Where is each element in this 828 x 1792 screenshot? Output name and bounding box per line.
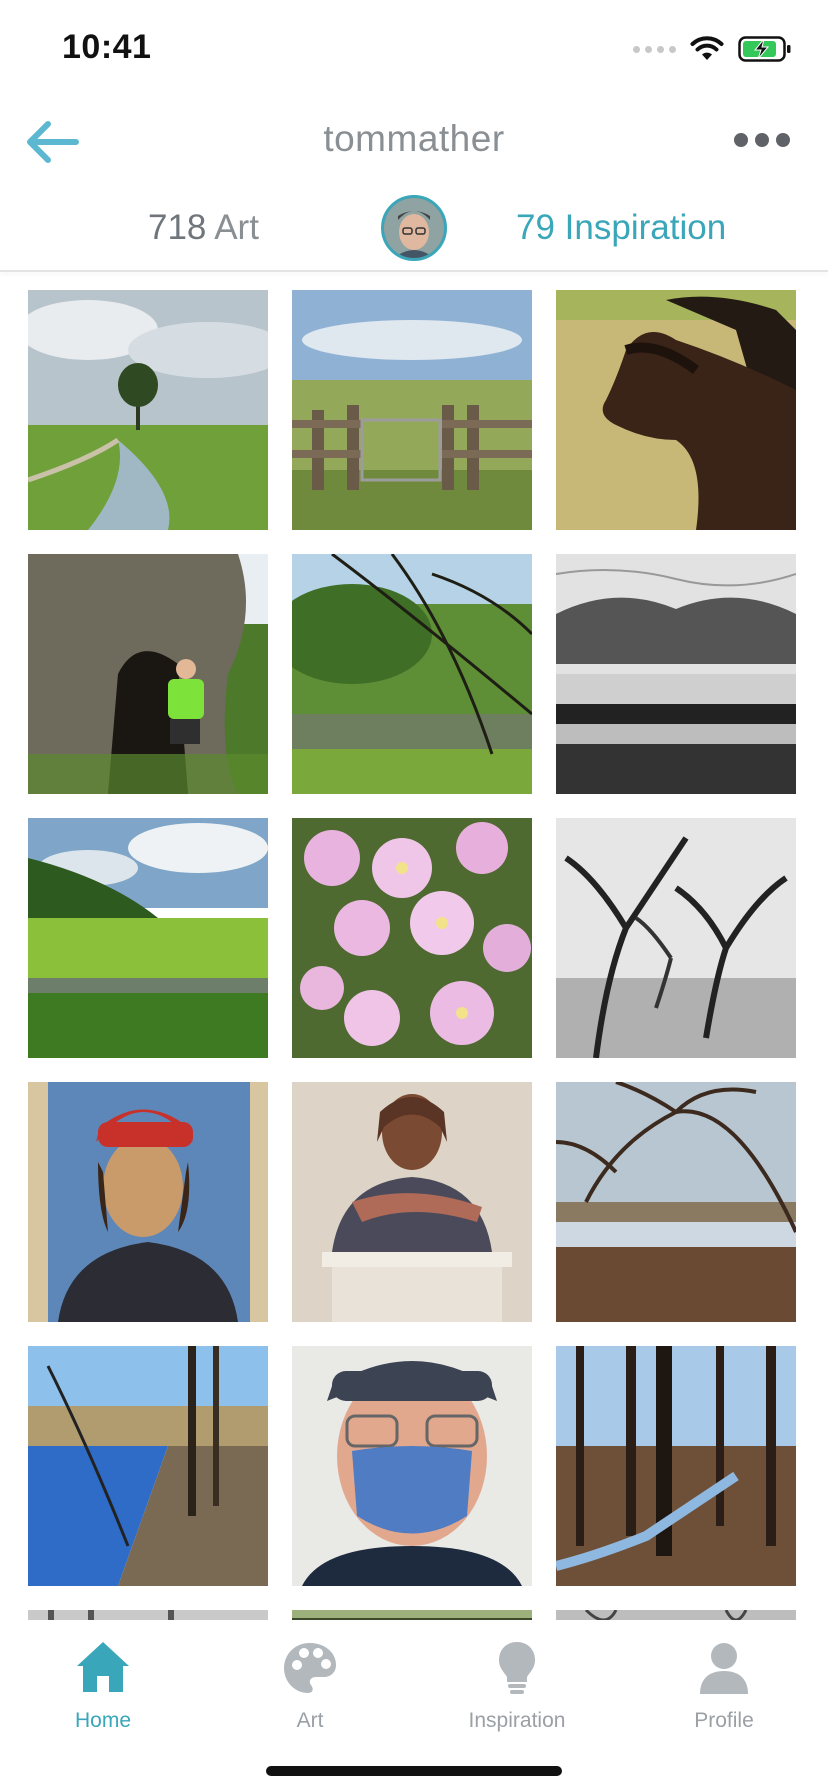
tab-inspiration-label: Inspiration <box>468 1709 566 1732</box>
tab-profile-label: Profile <box>694 1709 754 1732</box>
person-icon <box>700 1643 748 1694</box>
polder-landscape-thumbnail <box>28 290 268 530</box>
grid-item-green-marsh[interactable] <box>28 818 268 1058</box>
tab-art-label: Art <box>296 1709 324 1732</box>
bust-sculpture-thumbnail <box>292 1082 532 1322</box>
grid-item-dike-gate[interactable] <box>292 290 532 530</box>
battery-charging-icon <box>738 36 791 62</box>
orchard-drawing-thumbnail <box>556 818 796 1058</box>
grid-item-bare-tree[interactable] <box>556 1082 796 1322</box>
art-count: 718 <box>148 208 207 247</box>
green-marsh-thumbnail <box>28 818 268 1058</box>
grid-item-riverbank[interactable] <box>28 1346 268 1586</box>
wifi-icon <box>690 36 724 60</box>
grid-item-bust-sculpture[interactable] <box>292 1082 532 1322</box>
pink-flowers-thumbnail <box>292 818 532 1058</box>
tab-profile[interactable]: Profile <box>644 1638 804 1748</box>
hollow-tree-thumbnail <box>28 554 268 794</box>
tab-home-label: Home <box>74 1709 132 1732</box>
inspiration-count: 79 <box>516 208 555 247</box>
grid-item-orchard-drawing[interactable] <box>556 818 796 1058</box>
tab-art[interactable]: Art <box>230 1638 390 1748</box>
renaissance-portrait-thumbnail <box>28 1082 268 1322</box>
grid-item-horses[interactable] <box>556 290 796 530</box>
nav-bar: tommather <box>0 100 828 180</box>
dike-gate-thumbnail <box>292 290 532 530</box>
riverbank-thumbnail <box>28 1346 268 1586</box>
grid-item-marsh-drawing[interactable] <box>556 554 796 794</box>
inspiration-label: Inspiration <box>564 208 727 247</box>
status-icons <box>633 34 792 64</box>
lightbulb-icon <box>499 1642 535 1694</box>
mask-selfie-thumbnail <box>292 1346 532 1586</box>
more-options-button[interactable] <box>734 132 790 148</box>
bare-tree-thumbnail <box>556 1082 796 1322</box>
palette-icon <box>284 1643 336 1693</box>
avatar-image <box>384 198 444 258</box>
grid-item-hollow-tree[interactable] <box>28 554 268 794</box>
marsh-drawing-thumbnail <box>556 554 796 794</box>
cellular-signal-icon <box>633 45 676 53</box>
forest-stream-thumbnail <box>556 1346 796 1586</box>
pond-branches-thumbnail <box>292 554 532 794</box>
status-bar: 10:41 <box>0 0 828 96</box>
inspiration-count-link[interactable]: 79 Inspiration <box>516 208 726 248</box>
grid-item-forest-stream[interactable] <box>556 1346 796 1586</box>
profile-screen: 10:41 tommather 718 Art 79 Inspiration H… <box>0 0 828 1792</box>
art-label: Art <box>214 208 259 247</box>
tab-inspiration[interactable]: Inspiration <box>437 1638 597 1748</box>
more-dot-icon <box>755 133 769 147</box>
header-divider <box>0 270 828 272</box>
more-dot-icon <box>776 133 790 147</box>
horses-thumbnail <box>556 290 796 530</box>
art-grid <box>28 290 796 1630</box>
grid-item-pond-branches[interactable] <box>292 554 532 794</box>
status-time: 10:41 <box>62 28 152 66</box>
avatar[interactable] <box>381 195 447 261</box>
grid-item-renaissance-portrait[interactable] <box>28 1082 268 1322</box>
grid-item-mask-selfie[interactable] <box>292 1346 532 1586</box>
home-icon <box>77 1642 129 1692</box>
grid-item-pink-flowers[interactable] <box>292 818 532 1058</box>
profile-stats: 718 Art 79 Inspiration <box>0 190 828 270</box>
tab-home[interactable]: Home <box>23 1638 183 1748</box>
more-dot-icon <box>734 133 748 147</box>
page-title: tommather <box>323 118 505 159</box>
grid-item-polder-landscape[interactable] <box>28 290 268 530</box>
home-indicator[interactable] <box>266 1766 562 1776</box>
art-count-link[interactable]: 718 Art <box>148 208 259 248</box>
